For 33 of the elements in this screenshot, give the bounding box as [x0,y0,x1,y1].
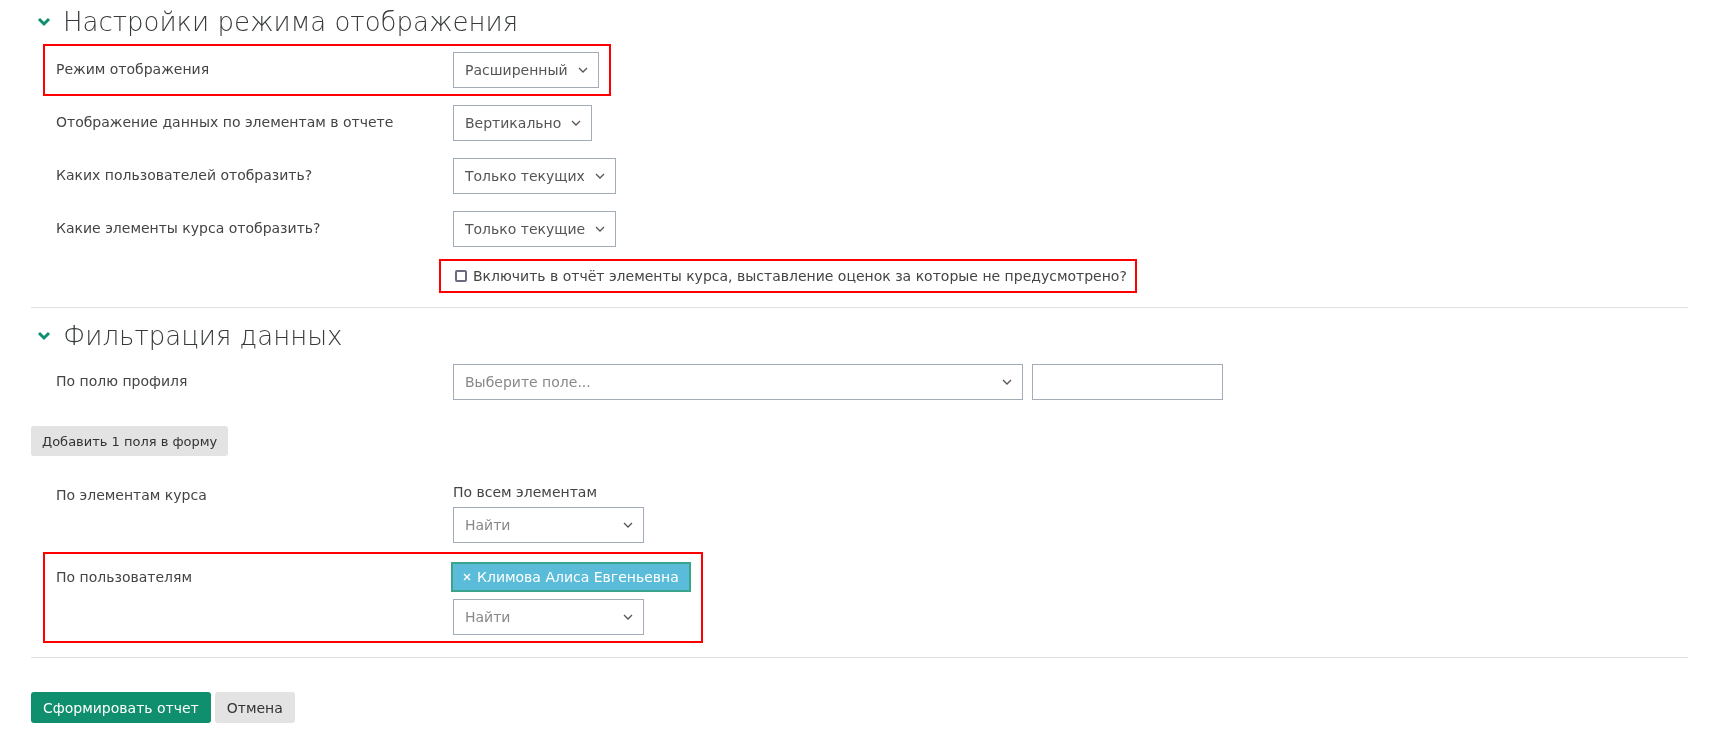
field-label: Отображение данных по элементам в отчете [56,113,395,132]
dropdown[interactable]: Расширенный [453,52,599,88]
chevron-down-icon [595,226,606,232]
field-label: Режим отображения [56,60,211,79]
close-icon [463,573,471,581]
chevron-down-icon[interactable] [37,331,51,341]
dropdown[interactable]: Только текущих [453,158,616,194]
chevron-down-icon [623,614,633,620]
chevron-down-icon[interactable] [37,17,51,27]
chevron-down-icon [594,173,605,179]
field-label: Какие элементы курса отобразить? [56,219,322,238]
checkbox[interactable] [455,270,467,282]
chevron-down-icon [577,67,588,73]
section-title: Настройки режима отображения [63,7,518,37]
field-label: По элементам курса [56,486,208,505]
search-dropdown[interactable]: Найти [453,599,644,635]
section-title: Фильтрация данных [63,321,343,351]
input-field[interactable] [1032,364,1223,400]
add-field-button[interactable]: Добавить 1 поля в форму [31,426,229,456]
selection-caption: По всем элементам [453,483,598,500]
field-label: Каких пользователей отобразить? [56,166,314,185]
submit-button[interactable]: Сформировать отчет [31,692,211,723]
dropdown[interactable]: Выберите поле... [453,364,1023,400]
checkbox-label: Включить в отчёт элементы курса, выставление оценок за которые не предусмотрено? [473,268,1127,284]
dropdown[interactable]: Только текущие [453,211,617,247]
chevron-down-icon [571,120,582,126]
chevron-down-icon [623,522,633,528]
field-label: По полю профиля [56,372,189,391]
cancel-button[interactable]: Отмена [214,692,295,723]
search-dropdown[interactable]: Найти [453,507,644,543]
field-label: По пользователям [56,568,193,587]
chevron-down-icon [1002,379,1012,385]
dropdown[interactable]: Вертикально [453,105,593,141]
